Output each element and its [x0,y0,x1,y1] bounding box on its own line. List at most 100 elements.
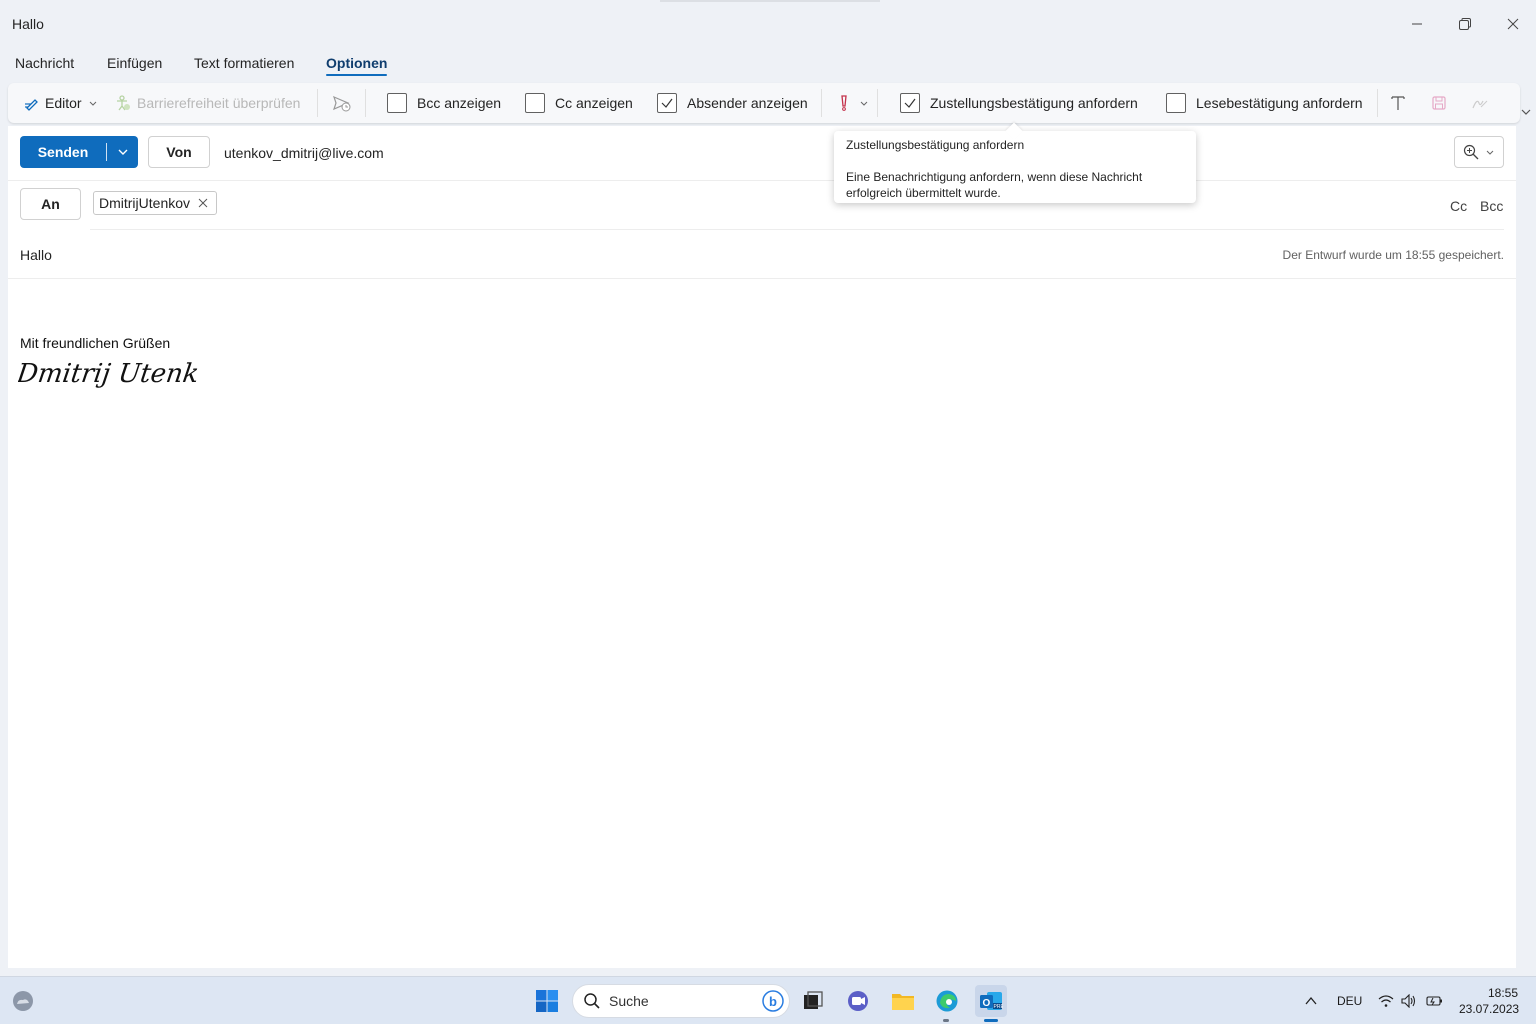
tab-optionen[interactable]: Optionen [326,55,388,76]
signature-pen-icon [1472,100,1488,109]
send-label: Senden [37,144,89,160]
signature-text: Dmitrij Utenkov [18,359,198,389]
ink-button[interactable] [1471,83,1489,123]
search-icon [584,993,600,1009]
cc-link[interactable]: Cc [1450,198,1467,214]
battery-icon[interactable] [1424,985,1446,1017]
send-button[interactable]: Senden [20,136,138,168]
bing-icon: b [762,990,784,1012]
chevron-down-icon [89,101,96,106]
taskbar: Suche b O PRE DEU 18:55 23.07.2023 [0,976,1536,1024]
teams-chat-icon[interactable] [842,985,874,1017]
clock-date[interactable]: 23.07.2023 [1459,1002,1519,1016]
ribbon-tabs: Nachricht Einfügen Text formatieren Opti… [0,47,1536,83]
input-language[interactable]: DEU [1337,994,1362,1008]
cc-toggle[interactable]: Cc anzeigen [525,83,633,123]
minimize-icon[interactable] [1405,12,1429,36]
save-icon [1432,96,1446,110]
editor-button[interactable]: Editor [24,83,98,123]
delivery-receipt-label: Zustellungsbestätigung anfordern [930,95,1138,111]
sender-toggle[interactable]: Absender anzeigen [657,83,808,123]
delivery-receipt-toggle[interactable]: Zustellungsbestätigung anfordern [900,83,1138,123]
accessibility-label: Barrierefreiheit überprüfen [137,95,301,111]
bcc-toggle[interactable]: Bcc anzeigen [387,83,501,123]
chevron-down-icon [118,149,127,155]
sender-checkbox[interactable] [657,93,677,113]
ribbon-separator [1377,89,1378,117]
task-view-icon[interactable] [797,985,829,1017]
weather-icon[interactable] [7,985,39,1017]
tooltip-body: Eine Benachrichtigung anfordern, wenn di… [846,170,1143,200]
zoom-button[interactable] [1454,136,1504,168]
text-format-icon [1391,96,1405,110]
read-receipt-toggle[interactable]: Lesebestätigung anfordern [1166,83,1363,123]
delivery-receipt-checkbox[interactable] [900,93,920,113]
compose-pane: Senden Von utenkov_dmitrij@live.com An D… [8,126,1516,968]
ribbon-collapse-icon[interactable] [1520,106,1532,118]
accessibility-check-button[interactable]: Barrierefreiheit überprüfen [114,83,300,123]
cc-checkbox[interactable] [525,93,545,113]
ribbon-separator [821,89,822,117]
recipient-name: DmitrijUtenkov [99,195,191,211]
close-icon[interactable] [1501,12,1525,36]
active-app-indicator [984,1019,998,1022]
remove-recipient-icon[interactable] [198,198,208,208]
to-button[interactable]: An [20,188,81,220]
taskbar-search[interactable]: Suche b [572,984,790,1018]
send-options-button[interactable] [107,146,138,158]
clock-time[interactable]: 18:55 [1488,986,1518,1000]
draft-saved-status: Der Entwurf wurde um 18:55 gespeichert. [1282,248,1504,262]
wifi-icon[interactable] [1376,985,1396,1017]
title-bar: Hallo [0,0,1536,47]
recipient-chip[interactable]: DmitrijUtenkov [93,191,218,215]
exclamation-icon [841,95,847,111]
checkmark-icon [661,98,673,108]
tooltip-title: Zustellungsbestätigung anfordern [846,138,1025,152]
subject-field[interactable]: Hallo [20,247,52,263]
chevron-down-icon [860,101,868,106]
ribbon-separator [317,89,318,117]
bcc-label: Bcc anzeigen [417,95,502,111]
outlook-icon[interactable]: O PRE [975,985,1007,1017]
show-hidden-icons[interactable] [1295,985,1327,1017]
read-receipt-checkbox[interactable] [1166,93,1186,113]
tab-einfuegen[interactable]: Einfügen [107,55,162,71]
checkmark-icon [904,98,916,108]
send-divider [106,143,107,161]
from-button[interactable]: Von [148,136,210,168]
bcc-checkbox[interactable] [387,93,407,113]
sender-label: Absender anzeigen [687,95,808,111]
plain-text-button[interactable] [1390,83,1406,123]
restore-icon[interactable] [1453,12,1477,36]
to-divider [90,229,1504,230]
delivery-receipt-tooltip: Zustellungsbestätigung anfordern Eine Be… [834,122,1196,203]
zoom-in-icon [1463,144,1479,160]
ribbon-separator [877,89,878,117]
chevron-down-icon [1486,150,1494,155]
greeting-text: Mit freundlichen Grüßen [20,335,171,351]
cc-label: Cc anzeigen [555,95,633,111]
read-receipt-label: Lesebestätigung anfordern [1196,95,1363,111]
subject-divider [8,278,1516,279]
editor-pen-icon [25,99,38,111]
from-divider [8,180,1516,181]
save-draft-button[interactable] [1431,83,1447,123]
svg-text:PRE: PRE [994,1004,1004,1010]
importance-button[interactable] [837,83,869,123]
edge-icon[interactable] [931,985,963,1017]
accessibility-icon [117,95,130,111]
tab-nachricht[interactable]: Nachricht [15,55,74,71]
delay-send-button[interactable] [332,83,352,123]
svg-text:b: b [769,994,777,1009]
search-label: Suche [609,993,649,1009]
volume-icon[interactable] [1399,985,1419,1017]
bcc-link[interactable]: Bcc [1480,198,1503,214]
file-explorer-icon[interactable] [887,985,919,1017]
ribbon-separator [365,89,366,117]
tab-text-formatieren[interactable]: Text formatieren [194,55,294,71]
window-title: Hallo [12,16,44,32]
start-icon[interactable] [531,985,563,1017]
editor-label: Editor [45,95,82,111]
running-app-indicator [943,1019,949,1022]
send-clock-icon [333,95,351,112]
